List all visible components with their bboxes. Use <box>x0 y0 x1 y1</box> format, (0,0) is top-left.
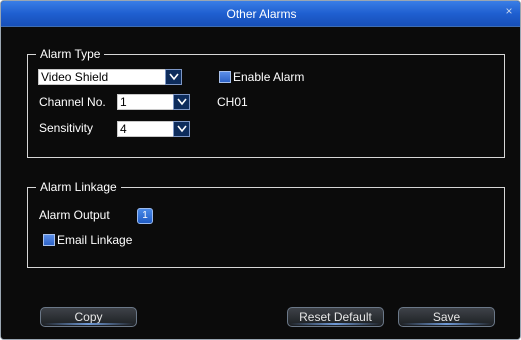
dialog-body: Alarm Type Video Shield Enable Alarm Cha… <box>1 27 520 339</box>
sensitivity-select-value: 4 <box>120 122 127 136</box>
channel-no-select-value: 1 <box>120 95 127 109</box>
chevron-down-icon[interactable] <box>165 69 182 85</box>
sensitivity-label: Sensitivity <box>39 121 94 135</box>
title-bar: Other Alarms × <box>1 1 520 27</box>
email-linkage-checkbox[interactable] <box>43 234 55 246</box>
enable-alarm-checkbox[interactable] <box>219 71 231 83</box>
chevron-down-icon[interactable] <box>173 121 190 137</box>
other-alarms-dialog: Other Alarms × Alarm Type Video Shield E… <box>0 0 521 340</box>
sensitivity-select[interactable]: 4 <box>117 121 190 137</box>
channel-no-label: Channel No. <box>39 95 106 109</box>
alarm-type-legend: Alarm Type <box>36 46 105 62</box>
reset-default-button[interactable]: Reset Default <box>287 307 384 327</box>
alarm-type-select-value: Video Shield <box>41 70 109 84</box>
alarm-output-label: Alarm Output <box>39 208 110 222</box>
alarm-linkage-legend: Alarm Linkage <box>36 179 121 195</box>
alarm-type-group: Alarm Type Video Shield Enable Alarm Cha… <box>27 46 505 158</box>
copy-button[interactable]: Copy <box>40 307 137 327</box>
alarm-output-1-button[interactable]: 1 <box>137 208 153 224</box>
enable-alarm-label: Enable Alarm <box>233 70 305 84</box>
alarm-linkage-group: Alarm Linkage Alarm Output 1 Email Linka… <box>27 179 505 268</box>
email-linkage-label: Email Linkage <box>57 233 133 247</box>
dialog-title: Other Alarms <box>226 7 297 21</box>
chevron-down-icon[interactable] <box>173 94 190 110</box>
channel-name: CH01 <box>217 95 248 109</box>
save-button[interactable]: Save <box>398 307 495 327</box>
alarm-type-select[interactable]: Video Shield <box>38 69 182 85</box>
close-icon[interactable]: × <box>502 4 516 18</box>
channel-no-select[interactable]: 1 <box>117 94 190 110</box>
